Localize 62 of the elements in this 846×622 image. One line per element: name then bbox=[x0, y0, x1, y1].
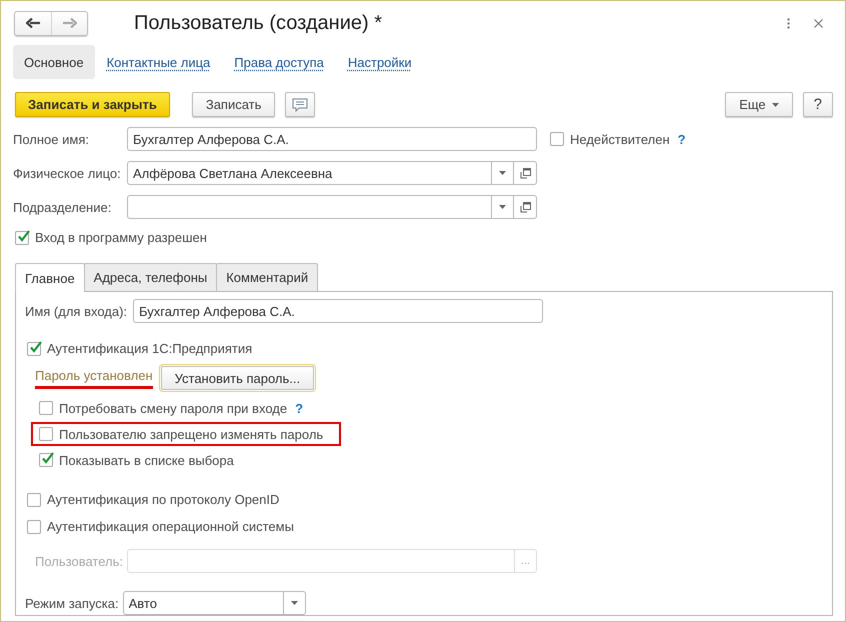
dropdown-button[interactable] bbox=[491, 161, 514, 185]
dropdown-button[interactable] bbox=[491, 195, 514, 219]
checkbox[interactable] bbox=[39, 453, 53, 467]
field-label: Режим запуска: bbox=[25, 596, 119, 610]
checkbox[interactable] bbox=[39, 427, 53, 441]
more-button[interactable]: Еще bbox=[725, 92, 793, 117]
field-label: Физическое лицо: bbox=[13, 166, 122, 180]
checkbox-label: Пользователю запрещено изменять пароль bbox=[59, 426, 324, 442]
caret-icon bbox=[499, 205, 506, 209]
close-button[interactable] bbox=[814, 18, 823, 28]
checkbox-label: Аутентификация 1С:Предприятия bbox=[47, 341, 252, 356]
tab[interactable]: Адреса, телефоны bbox=[84, 263, 218, 291]
dropdown-field[interactable]: Авто bbox=[122, 591, 283, 615]
input-field[interactable] bbox=[127, 195, 491, 219]
field-label: Подразделение: bbox=[13, 200, 112, 214]
checkbox[interactable] bbox=[27, 492, 41, 506]
section-link[interactable]: Контактные лица bbox=[94, 45, 222, 79]
comment-button[interactable] bbox=[285, 92, 316, 117]
caret-icon bbox=[499, 171, 506, 175]
checkbox-label: Недействителен bbox=[570, 132, 670, 146]
input-field[interactable]: Бухгалтер Алферова С.А. bbox=[133, 299, 543, 323]
input-field[interactable]: Алфёрова Светлана Алексеевна bbox=[127, 161, 491, 185]
save-button[interactable]: Записать bbox=[192, 92, 276, 117]
tab[interactable]: Комментарий bbox=[216, 263, 318, 291]
open-form-icon bbox=[520, 202, 530, 212]
open-form-icon bbox=[520, 168, 530, 178]
help-button[interactable]: ? bbox=[802, 92, 833, 117]
checkbox[interactable] bbox=[15, 230, 29, 244]
caret-icon bbox=[772, 102, 779, 106]
section-link[interactable]: Права доступа bbox=[222, 45, 336, 79]
checkbox-label: Вход в программу разрешен bbox=[35, 230, 207, 245]
checkbox[interactable] bbox=[550, 132, 564, 146]
open-button[interactable] bbox=[514, 195, 537, 219]
window-title: Пользователь (создание) * bbox=[134, 12, 383, 34]
help-link[interactable]: ? bbox=[295, 400, 304, 416]
back-arrow-icon bbox=[26, 18, 40, 28]
checkbox[interactable] bbox=[39, 401, 53, 415]
save-and-close-button[interactable]: Записать и закрыть bbox=[15, 92, 170, 117]
checkbox-label: Потребовать смену пароля при входе bbox=[59, 400, 288, 416]
section-link[interactable]: Основное bbox=[13, 45, 95, 79]
more-actions-button[interactable] bbox=[787, 18, 790, 28]
field-label: Полное имя: bbox=[13, 132, 90, 146]
input-field[interactable]: Бухгалтер Алферова С.А. bbox=[127, 127, 537, 151]
open-button[interactable] bbox=[514, 161, 537, 185]
checkbox[interactable] bbox=[27, 342, 41, 356]
tab[interactable]: Главное bbox=[15, 263, 85, 292]
checkbox-label: Показывать в списке выбора bbox=[59, 452, 234, 468]
dropdown-button[interactable] bbox=[282, 591, 306, 615]
field-label: Имя (для входа): bbox=[25, 304, 128, 318]
password-status-link[interactable]: Пароль установлен bbox=[35, 368, 153, 388]
set-password-button[interactable]: Установить пароль... bbox=[160, 366, 314, 390]
checkbox[interactable] bbox=[27, 520, 41, 534]
speech-bubble-icon bbox=[292, 98, 308, 112]
vertical-dots-icon bbox=[787, 18, 790, 28]
checkbox-label: Аутентификация операционной системы bbox=[47, 519, 294, 534]
section-link[interactable]: Настройки bbox=[336, 45, 424, 79]
field-label: Пользователь: bbox=[35, 554, 124, 568]
checkbox-label: Аутентификация по протоколу OpenID bbox=[47, 492, 280, 507]
help-link[interactable]: ? bbox=[678, 132, 686, 146]
caret-icon bbox=[290, 601, 298, 605]
close-icon bbox=[814, 18, 823, 28]
forward-arrow-icon bbox=[62, 18, 76, 28]
